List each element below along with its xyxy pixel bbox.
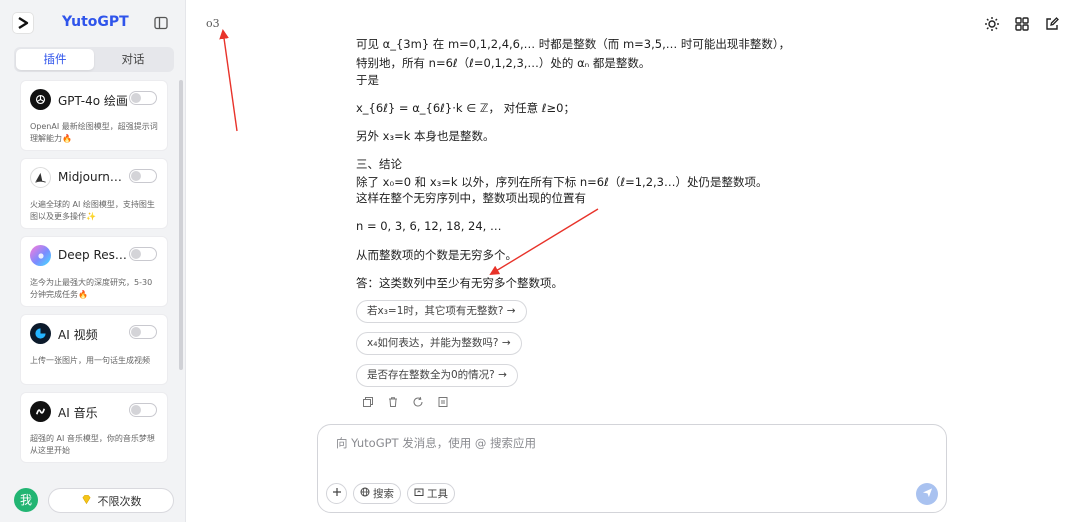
- sidebar-collapse-icon[interactable]: [153, 15, 169, 31]
- openai-icon: [30, 89, 51, 110]
- plugin-card-deep-research[interactable]: Deep Rese... 迄今为止最强大的深度研究，5-30 分钟完成任务🔥: [20, 236, 168, 307]
- copy-icon[interactable]: [362, 396, 374, 408]
- main-panel: o3 可见 α_{3m} 在 m=0,1,2,4,6,… 时都是整数（而 m=3…: [187, 0, 1080, 522]
- sidebar: YutoGPT 插件 对话 GPT-4o 绘画 OpenAI 最新绘图模型，超强…: [0, 0, 186, 522]
- app-logo-icon[interactable]: [12, 12, 34, 34]
- answer-line: 特别地，所有 n=6ℓ（ℓ=0,1,2,3,…）处的 αₙ 都是整数。: [356, 56, 651, 70]
- plugin-desc: 迄今为止最强大的深度研究，5-30 分钟完成任务🔥: [30, 278, 153, 299]
- sun-icon[interactable]: [984, 16, 1000, 32]
- midjourney-icon: [30, 167, 51, 188]
- tab-conversations[interactable]: 对话: [94, 49, 172, 70]
- plugin-name: Midjourne...: [58, 170, 128, 184]
- section-heading: 三、结论: [356, 157, 402, 171]
- brand-row: YutoGPT: [12, 12, 173, 38]
- plugin-toggle[interactable]: [129, 169, 157, 183]
- composer-placeholder[interactable]: 向 YutoGPT 发消息，使用 @ 搜索应用: [336, 435, 536, 451]
- delete-icon[interactable]: [387, 396, 399, 408]
- brand-name: YutoGPT: [62, 14, 129, 30]
- toolbox-icon: [414, 487, 424, 500]
- message-composer[interactable]: 向 YutoGPT 发消息，使用 @ 搜索应用 搜索 工具: [317, 424, 947, 513]
- quota-button[interactable]: 不限次数: [48, 488, 174, 513]
- plugin-desc: 超强的 AI 音乐模型，你的音乐梦想从这里开始: [30, 434, 155, 455]
- plugin-desc: OpenAI 最新绘图模型，超强提示词理解能力🔥: [30, 122, 158, 143]
- plugin-desc: 上传一张图片，用一句话生成视频: [30, 356, 150, 365]
- add-attachment-button[interactable]: [326, 483, 347, 504]
- send-button[interactable]: [916, 483, 938, 505]
- answer-line: 除了 x₀=0 和 x₃=k 以外，序列在所有下标 n=6ℓ（ℓ=1,2,3…）…: [356, 175, 768, 189]
- globe-icon: [360, 487, 370, 500]
- quota-label: 不限次数: [97, 494, 142, 508]
- plugin-card-gpt4o[interactable]: GPT-4o 绘画 OpenAI 最新绘图模型，超强提示词理解能力🔥: [20, 80, 168, 151]
- composer-tools: 搜索 工具: [326, 483, 455, 504]
- export-icon[interactable]: [437, 396, 449, 408]
- plugin-card-ai-music[interactable]: AI 音乐 超强的 AI 音乐模型，你的音乐梦想从这里开始: [20, 392, 168, 463]
- plugin-name: AI 音乐: [58, 406, 98, 420]
- tools-label: 工具: [427, 488, 448, 500]
- avatar[interactable]: 我: [14, 488, 38, 512]
- regenerate-icon[interactable]: [412, 396, 424, 408]
- suggestion-chip[interactable]: 若x₃=1时，其它项有无整数? →: [356, 300, 527, 323]
- suggestion-chip[interactable]: 是否存在整数全为0的情况? →: [356, 364, 518, 387]
- answer-line: 可见 α_{3m} 在 m=0,1,2,4,6,… 时都是整数（而 m=3,5,…: [356, 37, 791, 51]
- send-icon: [922, 487, 933, 501]
- model-label[interactable]: o3: [206, 17, 220, 30]
- plugin-toggle[interactable]: [129, 91, 157, 105]
- answer-line: 另外 x₃=k 本身也是整数。: [356, 129, 495, 143]
- tools-button[interactable]: 工具: [407, 483, 455, 504]
- grid-icon[interactable]: [1014, 16, 1030, 32]
- plugin-desc: 火遍全球的 AI 绘图模型，支持图生图以及更多操作✨: [30, 200, 155, 221]
- ai-video-icon: [30, 323, 51, 344]
- answer-line: n = 0, 3, 6, 12, 18, 24, …: [356, 219, 502, 233]
- ai-music-icon: [30, 401, 51, 422]
- sidebar-scrollbar[interactable]: [179, 80, 183, 370]
- plugin-list: GPT-4o 绘画 OpenAI 最新绘图模型，超强提示词理解能力🔥 Midjo…: [20, 80, 168, 480]
- deep-research-icon: [30, 245, 51, 266]
- message-actions: [362, 396, 449, 408]
- plugin-toggle[interactable]: [129, 325, 157, 339]
- suggestion-chip[interactable]: x₄如何表达，并能为整数吗? →: [356, 332, 522, 355]
- answer-line: 于是: [356, 73, 379, 87]
- answer-line: x_{6ℓ} = α_{6ℓ}·k ∈ ℤ， 对任意 ℓ≥0；: [356, 101, 575, 115]
- answer-line: 这样在整个无穷序列中，整数项出现的位置有: [356, 191, 586, 205]
- search-label: 搜索: [373, 488, 394, 500]
- answer-line: 从而整数项的个数是无穷多个。: [356, 248, 517, 262]
- plugin-name: Deep Rese...: [58, 248, 128, 262]
- plugin-toggle[interactable]: [129, 247, 157, 261]
- plugin-toggle[interactable]: [129, 403, 157, 417]
- top-toolbar: [984, 16, 1060, 32]
- sidebar-footer: 我 不限次数: [14, 488, 176, 514]
- final-answer: 答：这类数列中至少有无穷多个整数项。: [356, 276, 563, 290]
- plus-icon: [332, 487, 342, 500]
- diamond-icon: [81, 494, 92, 508]
- new-chat-icon[interactable]: [1044, 16, 1060, 32]
- plugin-card-midjourney[interactable]: Midjourne... 火遍全球的 AI 绘图模型，支持图生图以及更多操作✨: [20, 158, 168, 229]
- plugin-name: GPT-4o 绘画: [58, 94, 128, 108]
- search-toggle-button[interactable]: 搜索: [353, 483, 401, 504]
- plugin-card-ai-video[interactable]: AI 视频 上传一张图片，用一句话生成视频: [20, 314, 168, 385]
- plugin-name: AI 视频: [58, 328, 98, 342]
- sidebar-tabs: 插件 对话: [14, 47, 174, 72]
- tab-plugins[interactable]: 插件: [16, 49, 94, 70]
